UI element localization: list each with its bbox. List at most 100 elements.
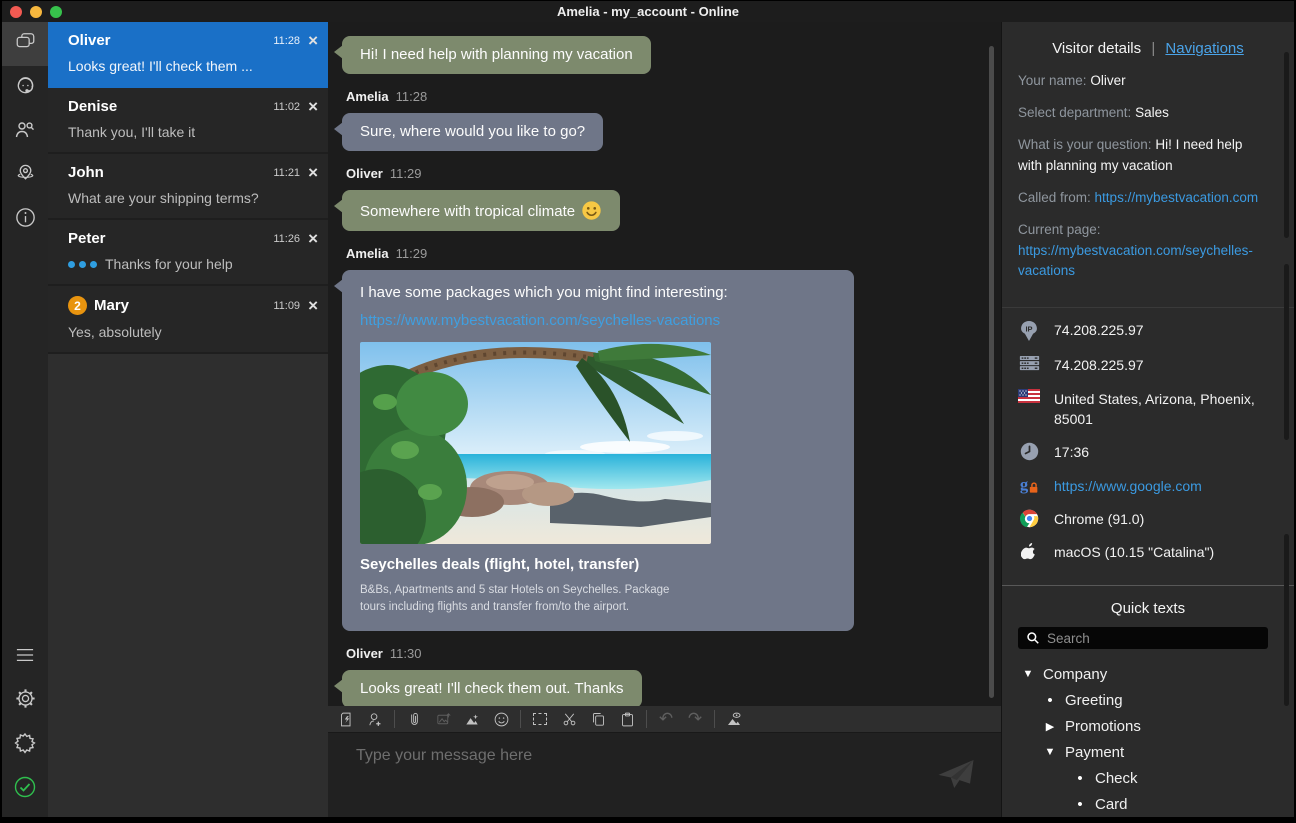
apple-icon xyxy=(1018,542,1040,562)
emoji-button[interactable] xyxy=(491,709,511,729)
chat-list: Oliver 11:28 × Looks great! I'll check t… xyxy=(48,22,328,817)
copy-button[interactable] xyxy=(588,709,608,729)
close-chat-icon[interactable]: × xyxy=(308,35,318,47)
chat-time: 11:26 xyxy=(273,233,300,245)
message-author-row: Oliver11:29 xyxy=(346,166,977,181)
called-from-link[interactable]: https://mybestvacation.com xyxy=(1095,190,1259,205)
chat-list-item[interactable]: Oliver 11:28 × Looks great! I'll check t… xyxy=(48,22,328,88)
online-check-icon xyxy=(13,775,37,804)
tree-item-payment[interactable]: ▼Payment xyxy=(1018,739,1294,765)
chat-name: John xyxy=(68,164,104,181)
quick-texts-search[interactable] xyxy=(1018,627,1268,649)
hamburger-menu-icon xyxy=(14,646,36,669)
attach-file-icon[interactable] xyxy=(404,709,424,729)
os-value: macOS (10.15 "Catalina") xyxy=(1054,542,1214,562)
tree-item-card[interactable]: •Card xyxy=(1018,791,1294,817)
unread-badge: 2 xyxy=(68,296,87,315)
close-chat-icon[interactable]: × xyxy=(308,233,318,245)
department-value: Sales xyxy=(1135,105,1169,120)
rail-theme-button[interactable] xyxy=(2,723,48,767)
cut-button[interactable] xyxy=(559,709,579,729)
paste-button[interactable] xyxy=(617,709,637,729)
message-bubble: Somewhere with tropical climate xyxy=(342,190,620,231)
redo-button[interactable]: ↷ xyxy=(685,709,705,729)
message-bubble: Sure, where would you like to go? xyxy=(342,113,603,151)
tree-item-company[interactable]: ▼Company xyxy=(1018,661,1294,687)
panel-scrollbar[interactable] xyxy=(1284,52,1289,238)
quick-texts-tree: ▼Company •Greeting ▶Promotions ▼Payment … xyxy=(1002,661,1294,817)
visitor-technical-info: IP74.208.225.97 74.208.225.97 United Sta… xyxy=(1002,320,1294,581)
tree-item-greeting[interactable]: •Greeting xyxy=(1018,687,1294,713)
close-chat-icon[interactable]: × xyxy=(308,167,318,179)
titlebar: Amelia - my_account - Online xyxy=(2,1,1294,22)
svg-text:g: g xyxy=(1020,476,1029,494)
panel-scrollbar[interactable] xyxy=(1284,264,1289,440)
tab-visitor-details[interactable]: Visitor details xyxy=(1052,40,1141,57)
upload-image-button[interactable] xyxy=(433,709,453,729)
caret-down-icon: ▼ xyxy=(1042,746,1058,758)
message-input[interactable] xyxy=(356,747,931,807)
message-history[interactable]: Hi! I need help with planning my vacatio… xyxy=(328,22,1001,706)
message-bubble-rich: I have some packages which you might fin… xyxy=(342,270,854,631)
invite-agent-button[interactable] xyxy=(365,709,385,729)
referrer-link[interactable]: https://www.google.com xyxy=(1054,476,1202,496)
location-value: United States, Arizona, Phoenix, 85001 xyxy=(1054,389,1270,430)
rail-chats-button[interactable] xyxy=(2,22,48,66)
visitors-icon xyxy=(13,118,37,147)
rail-visitors-button[interactable] xyxy=(2,110,48,154)
visitor-panel: Visitor details | Navigations Your name:… xyxy=(1001,22,1294,817)
visitor-name-value: Oliver xyxy=(1090,73,1125,88)
panel-scrollbar[interactable] xyxy=(1284,534,1289,706)
chat-name: Denise xyxy=(68,98,117,115)
clock-icon xyxy=(1018,442,1040,461)
rail-map-button[interactable] xyxy=(2,154,48,198)
ip-value: 74.208.225.97 xyxy=(1054,320,1144,340)
rail-menu-button[interactable] xyxy=(2,635,48,679)
chat-preview: Thanks for your help xyxy=(105,256,233,272)
send-screenshot-button[interactable] xyxy=(462,709,482,729)
tree-item-check[interactable]: •Check xyxy=(1018,765,1294,791)
chat-list-item[interactable]: Peter 11:26 × Thanks for your help xyxy=(48,220,328,286)
chat-preview: Thank you, I'll take it xyxy=(68,124,195,140)
chat-list-item[interactable]: Denise 11:02 × Thank you, I'll take it xyxy=(48,88,328,154)
chrome-icon xyxy=(1018,509,1040,528)
chat-time: 11:09 xyxy=(273,300,300,312)
chat-list-item[interactable]: 2 Mary 11:09 × Yes, absolutely xyxy=(48,286,328,354)
select-area-button[interactable] xyxy=(530,709,550,729)
chat-name: Peter xyxy=(68,230,106,247)
message-author-row: Oliver11:30 xyxy=(346,646,977,661)
message-bubble: Hi! I need help with planning my vacatio… xyxy=(342,36,651,74)
rail-status-button[interactable] xyxy=(2,767,48,811)
send-button[interactable] xyxy=(933,753,979,800)
tree-item-promotions[interactable]: ▶Promotions xyxy=(1018,713,1294,739)
message-link[interactable]: https://www.mybestvacation.com/seychelle… xyxy=(360,312,836,330)
seychelles-beach-photo[interactable] xyxy=(360,342,711,544)
chat-time: 11:21 xyxy=(273,167,300,179)
close-chat-icon[interactable]: × xyxy=(308,101,318,113)
paper-plane-icon xyxy=(933,753,979,795)
rail-info-button[interactable] xyxy=(2,198,48,242)
rail-settings-button[interactable] xyxy=(2,679,48,723)
remote-view-button[interactable] xyxy=(724,709,744,729)
rail-agents-button[interactable] xyxy=(2,66,48,110)
chat-list-item[interactable]: John 11:21 × What are your shipping term… xyxy=(48,154,328,220)
location-pin-icon xyxy=(14,162,37,191)
message-bubble: Looks great! I'll check them out. Thanks xyxy=(342,670,642,706)
chat-time: 11:02 xyxy=(273,101,300,113)
chat-scrollbar[interactable] xyxy=(989,46,994,698)
agent-headset-icon xyxy=(14,74,37,102)
sun-burst-icon xyxy=(13,731,37,760)
pre-chat-survey: Your name: Oliver Select department: Sal… xyxy=(1002,71,1294,305)
canned-responses-button[interactable] xyxy=(336,709,356,729)
search-input[interactable] xyxy=(1047,631,1260,646)
close-chat-icon[interactable]: × xyxy=(308,300,318,312)
chat-list-empty-area xyxy=(48,354,328,817)
message-author-row: Amelia11:29 xyxy=(346,246,977,261)
svg-text:IP: IP xyxy=(1025,325,1032,334)
tab-navigations[interactable]: Navigations xyxy=(1165,40,1243,57)
smiley-emoji-icon xyxy=(581,200,602,221)
undo-button[interactable]: ↶ xyxy=(656,709,676,729)
window-title: Amelia - my_account - Online xyxy=(2,4,1294,19)
chat-name: Mary xyxy=(94,297,129,314)
current-page-link[interactable]: https://mybestvacation.com/seychelles-va… xyxy=(1018,243,1253,279)
